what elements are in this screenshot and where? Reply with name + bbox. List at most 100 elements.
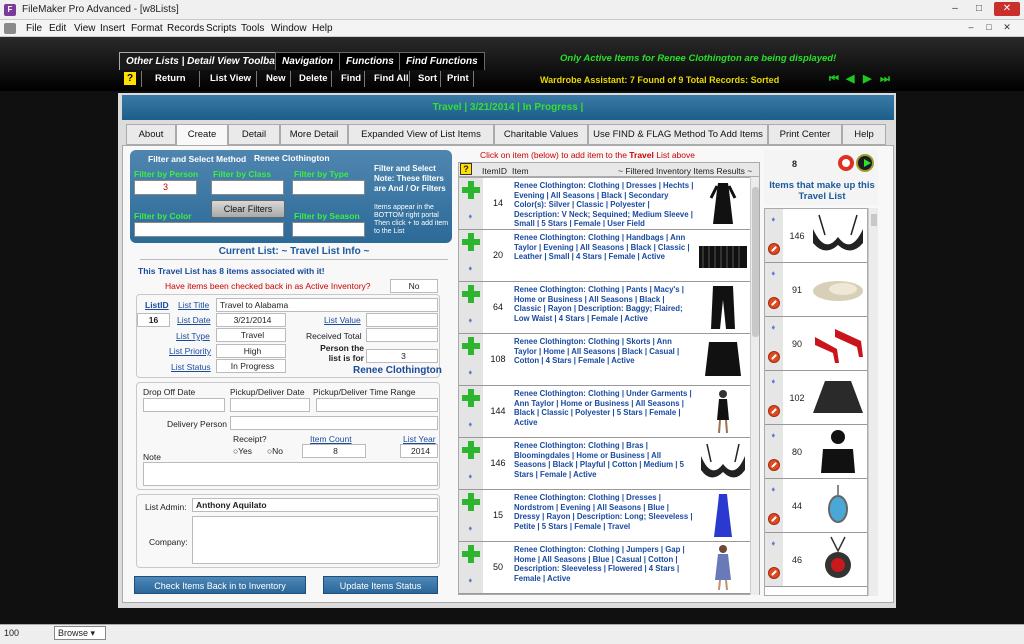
- doc-minimize-icon[interactable]: –: [964, 22, 978, 34]
- select-arrow-icon[interactable]: ➧: [467, 264, 474, 273]
- item-description[interactable]: Renee Clothington: Clothing | Dresses | …: [514, 181, 694, 227]
- select-arrow-icon[interactable]: ➧: [467, 524, 474, 533]
- item-description[interactable]: Renee Clothington: Clothing | Jumpers | …: [514, 545, 694, 591]
- add-item-icon[interactable]: [462, 545, 480, 563]
- document-menu-icon[interactable]: [4, 23, 16, 34]
- add-item-icon[interactable]: [462, 493, 480, 511]
- items-scrollbar[interactable]: [750, 177, 759, 595]
- list-item[interactable]: ➧ 108 Renee Clothington: Clothing | Skorts…: [459, 334, 751, 386]
- select-arrow-icon[interactable]: ➧: [770, 215, 777, 224]
- receipt-yes-radio[interactable]: ○Yes: [233, 446, 252, 456]
- filter-by-type-field[interactable]: [292, 180, 365, 195]
- item-description[interactable]: Renee Clothington: Clothing | Pants | Ma…: [514, 285, 694, 331]
- tab-find-functions[interactable]: Find Functions: [399, 52, 485, 70]
- select-arrow-icon[interactable]: ➧: [770, 269, 777, 278]
- select-arrow-icon[interactable]: ➧: [770, 323, 777, 332]
- remove-item-icon[interactable]: [768, 351, 780, 363]
- list-item[interactable]: ➧ 146: [765, 209, 867, 263]
- list-item[interactable]: ➧ 15 Renee Clothington: Clothing | Dresses…: [459, 490, 751, 542]
- tab-charitable-values[interactable]: Charitable Values: [494, 124, 588, 145]
- return-button[interactable]: Return: [155, 73, 186, 84]
- tab-create[interactable]: Create: [176, 124, 228, 146]
- play-icon[interactable]: [856, 154, 874, 172]
- menu-help[interactable]: Help: [312, 23, 333, 34]
- menu-records[interactable]: Records: [167, 23, 204, 34]
- add-item-icon[interactable]: [462, 337, 480, 355]
- menu-scripts[interactable]: Scripts: [206, 23, 237, 34]
- remove-item-icon[interactable]: [768, 243, 780, 255]
- sort-button[interactable]: Sort: [418, 73, 437, 84]
- pickup-date-field[interactable]: [230, 398, 310, 412]
- minimize-icon[interactable]: –: [944, 2, 966, 16]
- add-item-icon[interactable]: [462, 389, 480, 407]
- filter-by-color-field[interactable]: [134, 222, 284, 237]
- filter-by-person-field[interactable]: 3: [134, 180, 197, 195]
- list-priority-field[interactable]: High: [216, 344, 286, 358]
- received-total-field[interactable]: [366, 328, 438, 342]
- add-item-icon[interactable]: [462, 181, 480, 199]
- remove-item-icon[interactable]: [768, 459, 780, 471]
- tab-functions[interactable]: Functions: [339, 52, 401, 70]
- tab-detail[interactable]: Detail: [228, 124, 280, 145]
- list-date-field[interactable]: 3/21/2014: [216, 313, 286, 327]
- menu-tools[interactable]: Tools: [241, 23, 264, 34]
- list-item[interactable]: ➧ 14 Renee Clothington: Clothing | Dresses…: [459, 178, 751, 230]
- list-item[interactable]: ➧ 146 Renee Clothington: Clothing | Bras |…: [459, 438, 751, 490]
- select-arrow-icon[interactable]: ➧: [467, 368, 474, 377]
- delivery-person-field[interactable]: [230, 416, 438, 430]
- close-icon[interactable]: ✕: [994, 2, 1020, 16]
- item-description[interactable]: Renee Clothington: Clothing | Under Garm…: [514, 389, 694, 435]
- menu-insert[interactable]: Insert: [100, 23, 125, 34]
- remove-item-icon[interactable]: [768, 297, 780, 309]
- menu-window[interactable]: Window: [271, 23, 307, 34]
- check-items-back-button[interactable]: Check Items Back in to Inventory: [134, 576, 306, 594]
- clear-filters-button[interactable]: Clear Filters: [211, 200, 285, 218]
- zoom-level[interactable]: 100: [4, 628, 19, 638]
- list-item[interactable]: ➧ 20 Renee Clothington: Clothing | Handbag…: [459, 230, 751, 282]
- filter-by-class-field[interactable]: [211, 180, 284, 195]
- new-button[interactable]: New: [266, 73, 286, 84]
- select-arrow-icon[interactable]: ➧: [467, 420, 474, 429]
- list-item[interactable]: ➧ 50 Renee Clothington: Clothing | Jumpers…: [459, 542, 751, 594]
- next-record-icon[interactable]: ▶: [863, 73, 873, 85]
- first-record-icon[interactable]: ⏮: [829, 73, 839, 85]
- list-item[interactable]: ➧ 91: [765, 263, 867, 317]
- previous-record-icon[interactable]: ◀: [846, 73, 856, 85]
- tab-print-center[interactable]: Print Center: [768, 124, 842, 145]
- tab-about[interactable]: About: [126, 124, 176, 145]
- remove-item-icon[interactable]: [768, 567, 780, 579]
- tab-navigation[interactable]: Navigation: [275, 52, 341, 70]
- select-arrow-icon[interactable]: ➧: [467, 316, 474, 325]
- receipt-no-radio[interactable]: ○No: [267, 446, 283, 456]
- menu-view[interactable]: View: [74, 23, 96, 34]
- list-title-field[interactable]: Travel to Alabama: [216, 298, 438, 312]
- tab-find-flag-method[interactable]: Use FIND & FLAG Method To Add Items: [588, 124, 768, 145]
- list-item[interactable]: ➧ 80: [765, 425, 867, 479]
- dropoff-date-field[interactable]: [143, 398, 225, 412]
- doc-close-icon[interactable]: ✕: [1000, 22, 1014, 34]
- select-arrow-icon[interactable]: ➧: [467, 212, 474, 221]
- list-item[interactable]: ➧ 46: [765, 533, 867, 587]
- person-for-field[interactable]: 3: [366, 349, 438, 363]
- list-item[interactable]: ➧ 64 Renee Clothington: Clothing | Pants |…: [459, 282, 751, 334]
- pickup-time-field[interactable]: [316, 398, 438, 412]
- filter-by-season-field[interactable]: [292, 222, 365, 237]
- select-arrow-icon[interactable]: ➧: [770, 485, 777, 494]
- update-items-status-button[interactable]: Update Items Status: [323, 576, 438, 594]
- tab-detail-view-toolbar[interactable]: Other Lists | Detail View Toolbar: [119, 52, 286, 70]
- item-description[interactable]: Renee Clothington: Clothing | Dresses | …: [514, 493, 694, 539]
- select-arrow-icon[interactable]: ➧: [770, 431, 777, 440]
- scrollbar-thumb[interactable]: [871, 214, 877, 226]
- note-field[interactable]: [143, 462, 438, 486]
- item-description[interactable]: Renee Clothington: Clothing | Handbags |…: [514, 233, 694, 279]
- find-button[interactable]: Find: [341, 73, 361, 84]
- list-item[interactable]: ➧ 102: [765, 371, 867, 425]
- item-description[interactable]: Renee Clothington: Clothing | Bras | Blo…: [514, 441, 694, 487]
- remove-item-icon[interactable]: [768, 513, 780, 525]
- tab-help[interactable]: Help: [842, 124, 886, 145]
- add-item-icon[interactable]: [462, 441, 480, 459]
- company-field[interactable]: [192, 516, 438, 564]
- add-item-icon[interactable]: [462, 233, 480, 251]
- last-record-icon[interactable]: ⏭: [880, 73, 890, 85]
- select-arrow-icon[interactable]: ➧: [770, 377, 777, 386]
